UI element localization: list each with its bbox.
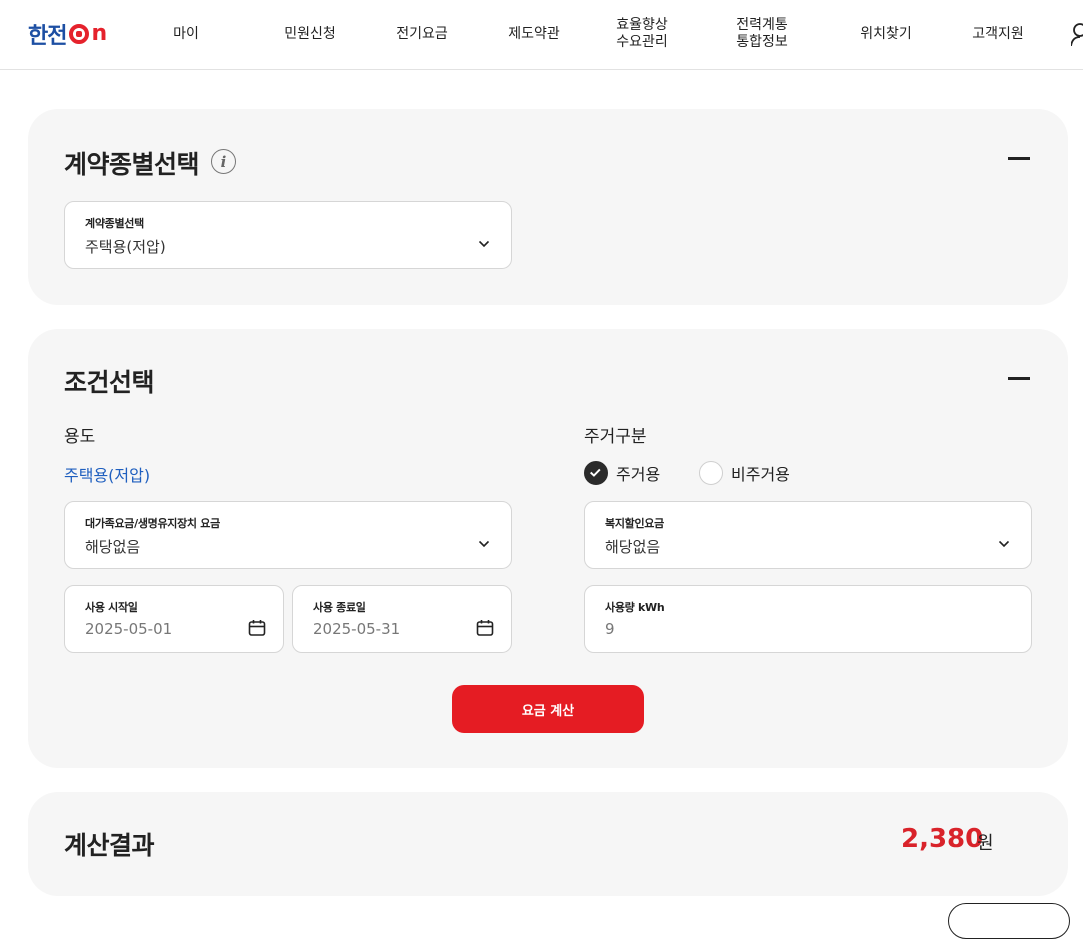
info-icon[interactable]: i bbox=[211, 149, 236, 174]
nav-item-civil-request[interactable]: 민원신청 bbox=[270, 0, 350, 68]
collapse-conditions-button[interactable] bbox=[1007, 367, 1031, 391]
usage-kwh-input[interactable]: 사용량 kWh 9 bbox=[584, 585, 1032, 653]
radio-residential[interactable]: 주거용 bbox=[584, 461, 660, 485]
start-date-label: 사용 시작일 bbox=[85, 601, 138, 614]
nav-item-label-line1: 효율향상 bbox=[616, 17, 668, 33]
collapse-contract-button[interactable] bbox=[1007, 147, 1031, 171]
nav-item-label-line2: 통합정보 bbox=[736, 34, 788, 50]
chevron-down-icon bbox=[999, 540, 1009, 548]
nav-item-location[interactable]: 위치찾기 bbox=[846, 0, 926, 68]
calendar-icon[interactable] bbox=[248, 619, 266, 637]
nav-item-my[interactable]: 마이 bbox=[150, 0, 222, 68]
contract-type-title: 계약종별선택 bbox=[64, 150, 200, 179]
welfare-discount-label: 복지할인요금 bbox=[605, 517, 664, 530]
contract-type-select-label: 계약종별선택 bbox=[85, 217, 144, 230]
end-date-label: 사용 종료일 bbox=[313, 601, 366, 614]
nav-item-label: 민원신청 bbox=[284, 25, 336, 42]
usage-kwh-value: 9 bbox=[605, 620, 615, 638]
radio-non-residential[interactable]: 비주거용 bbox=[699, 461, 790, 485]
nav-item-label: 위치찾기 bbox=[860, 25, 912, 42]
usage-value: 주택용(저압) bbox=[64, 466, 151, 485]
conditions-title: 조건선택 bbox=[64, 368, 155, 397]
kepco-logo[interactable]: 한전 n bbox=[28, 19, 107, 50]
end-date-field[interactable]: 사용 종료일 2025-05-31 bbox=[292, 585, 512, 653]
site-header: 한전 n 마이 민원신청 전기요금 제도약관 효율향상 수요관리 전력계통 통합… bbox=[0, 0, 1083, 70]
logo-on-mark: n bbox=[69, 23, 107, 45]
nav-item-support[interactable]: 고객지원 bbox=[958, 0, 1038, 68]
user-icon[interactable] bbox=[1071, 22, 1083, 46]
nav-item-label-line1: 전력계통 bbox=[736, 17, 788, 33]
calendar-icon[interactable] bbox=[476, 619, 494, 637]
nav-item-terms[interactable]: 제도약관 bbox=[494, 0, 574, 68]
result-title: 계산결과 bbox=[64, 831, 155, 860]
start-date-field[interactable]: 사용 시작일 2025-05-01 bbox=[64, 585, 284, 653]
logo-o-mark bbox=[69, 24, 90, 44]
nav-item-label: 마이 bbox=[173, 25, 199, 42]
start-date-value: 2025-05-01 bbox=[85, 620, 173, 638]
contract-type-select[interactable]: 계약종별선택 주택용(저압) bbox=[64, 201, 512, 269]
usage-label: 용도 bbox=[64, 427, 96, 447]
end-date-value: 2025-05-31 bbox=[313, 620, 401, 638]
welfare-discount-select[interactable]: 복지할인요금 해당없음 bbox=[584, 501, 1032, 569]
residence-type-label: 주거구분 bbox=[584, 427, 647, 447]
nav-item-label: 제도약관 bbox=[508, 25, 560, 42]
result-amount: 2,380 bbox=[901, 824, 984, 854]
family-discount-select[interactable]: 대가족요금/생명유지장치 요금 해당없음 bbox=[64, 501, 512, 569]
nav-item-electric-bill[interactable]: 전기요금 bbox=[382, 0, 462, 68]
usage-kwh-label: 사용량 kWh bbox=[605, 601, 665, 614]
radio-residential-label: 주거용 bbox=[616, 465, 661, 484]
family-discount-value: 해당없음 bbox=[85, 538, 141, 556]
nav-item-label: 전기요금 bbox=[396, 25, 448, 42]
contract-type-select-value: 주택용(저압) bbox=[85, 238, 166, 256]
result-card: 계산결과 2,380 원 bbox=[28, 792, 1068, 896]
bottom-action-button[interactable] bbox=[948, 903, 1070, 939]
welfare-discount-value: 해당없음 bbox=[605, 538, 661, 556]
logo-text: 한전 bbox=[28, 24, 67, 49]
nav-item-label-line2: 수요관리 bbox=[616, 34, 668, 50]
nav-item-label: 고객지원 bbox=[972, 25, 1024, 42]
radio-unchecked-indicator bbox=[699, 461, 723, 485]
chevron-down-icon bbox=[479, 240, 489, 248]
nav-item-efficiency[interactable]: 효율향상 수요관리 bbox=[602, 0, 682, 68]
conditions-card: 조건선택 용도 주택용(저압) 주거구분 주거용 비주거용 대가족요금/생명유지… bbox=[28, 329, 1068, 768]
result-unit: 원 bbox=[977, 833, 994, 854]
calculate-fee-button[interactable]: 요금 계산 bbox=[452, 685, 644, 733]
check-icon bbox=[590, 468, 601, 477]
radio-checked-indicator bbox=[584, 461, 608, 485]
logo-n-mark: n bbox=[91, 21, 108, 46]
family-discount-label: 대가족요금/생명유지장치 요금 bbox=[85, 517, 220, 530]
nav-item-grid-info[interactable]: 전력계통 통합정보 bbox=[722, 0, 802, 68]
chevron-down-icon bbox=[479, 540, 489, 548]
contract-type-card: 계약종별선택 i 계약종별선택 주택용(저압) bbox=[28, 109, 1068, 305]
radio-non-residential-label: 비주거용 bbox=[731, 465, 790, 484]
